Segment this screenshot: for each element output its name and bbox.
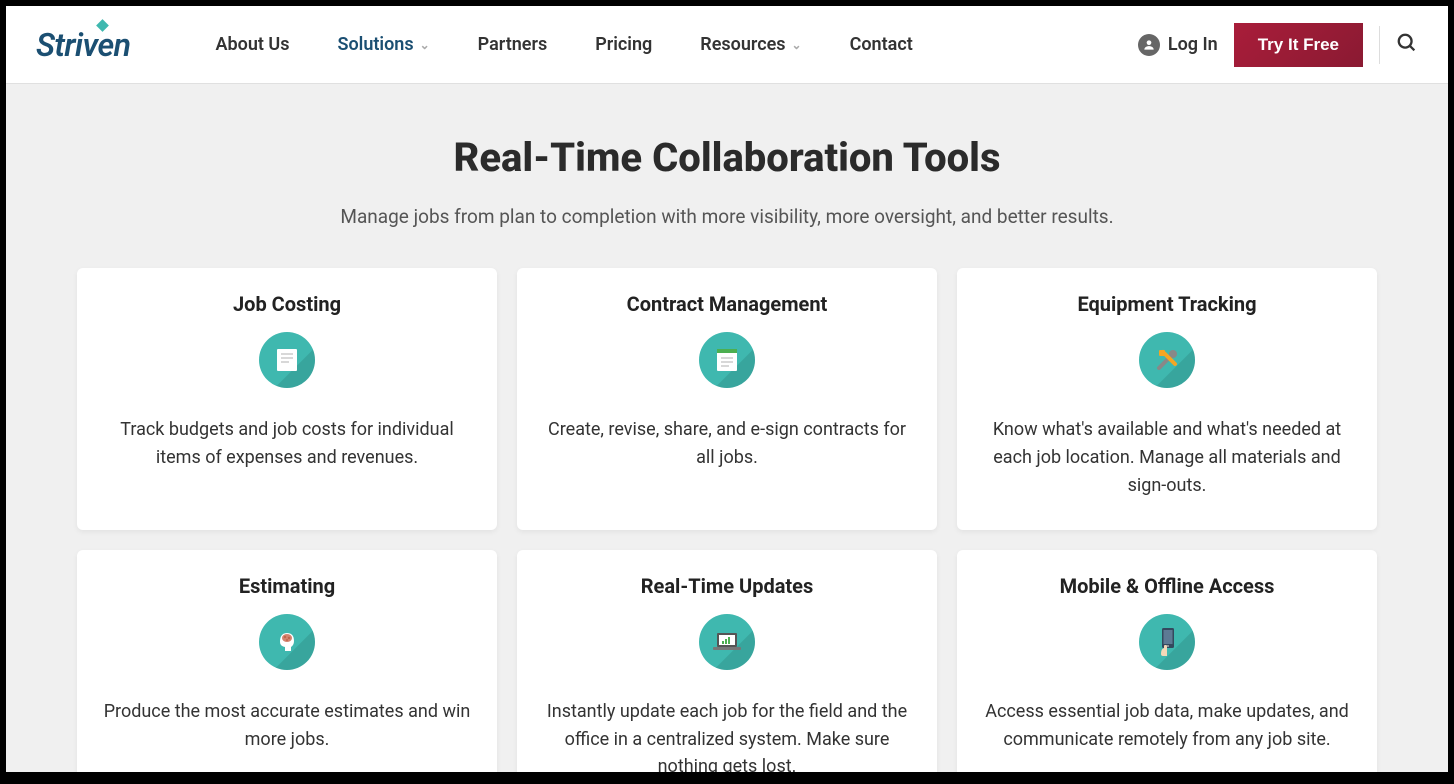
logo[interactable]: Striven — [36, 26, 131, 64]
divider — [1379, 26, 1380, 64]
main-nav: About Us Solutions ⌄ Partners Pricing Re… — [216, 34, 913, 55]
card-title: Mobile & Offline Access — [977, 574, 1357, 598]
nav-label: Resources — [700, 34, 785, 55]
feature-card-job-costing: Job Costing Track budgets and job costs … — [77, 268, 497, 530]
nav-label: About Us — [216, 34, 290, 55]
laptop-chart-icon — [699, 614, 755, 670]
tools-icon — [1139, 332, 1195, 388]
card-description: Track budgets and job costs for individu… — [97, 416, 477, 472]
login-label: Log In — [1168, 34, 1218, 55]
card-description: Know what's available and what's needed … — [977, 416, 1357, 500]
card-title: Contract Management — [537, 292, 917, 316]
document-icon — [259, 332, 315, 388]
card-description: Instantly update each job for the field … — [537, 698, 917, 772]
feature-card-mobile-offline: Mobile & Offline Access Access essential… — [957, 550, 1377, 772]
main-content: Real-Time Collaboration Tools Manage job… — [6, 84, 1448, 772]
feature-card-equipment-tracking: Equipment Tracking Know what's available… — [957, 268, 1377, 530]
login-button[interactable]: Log In — [1138, 34, 1218, 56]
logo-text: Striven — [36, 26, 131, 64]
nav-label: Contact — [850, 34, 913, 55]
page-subtitle: Manage jobs from plan to completion with… — [6, 205, 1448, 228]
nav-label: Partners — [478, 34, 548, 55]
page-title: Real-Time Collaboration Tools — [6, 134, 1448, 181]
card-title: Job Costing — [97, 292, 477, 316]
try-free-button[interactable]: Try It Free — [1234, 23, 1363, 67]
contract-icon — [699, 332, 755, 388]
card-description: Create, revise, share, and e-sign contra… — [537, 416, 917, 472]
nav-resources[interactable]: Resources ⌄ — [700, 34, 801, 55]
nav-solutions[interactable]: Solutions ⌄ — [337, 34, 429, 55]
card-title: Real-Time Updates — [537, 574, 917, 598]
nav-contact[interactable]: Contact — [850, 34, 913, 55]
card-description: Produce the most accurate estimates and … — [97, 698, 477, 754]
cta-label: Try It Free — [1258, 35, 1339, 54]
feature-card-realtime-updates: Real-Time Updates Instantly update each … — [517, 550, 937, 772]
chevron-down-icon: ⌄ — [792, 38, 802, 52]
header: Striven About Us Solutions ⌄ Partners Pr… — [6, 6, 1448, 84]
card-description: Access essential job data, make updates,… — [977, 698, 1357, 754]
feature-card-contract-management: Contract Management Create, revise, shar… — [517, 268, 937, 530]
nav-partners[interactable]: Partners — [478, 34, 548, 55]
card-title: Equipment Tracking — [977, 292, 1357, 316]
search-button[interactable] — [1396, 32, 1418, 58]
nav-about[interactable]: About Us — [216, 34, 290, 55]
chevron-down-icon: ⌄ — [420, 38, 430, 52]
search-icon — [1396, 32, 1418, 54]
nav-label: Solutions — [337, 34, 413, 55]
card-title: Estimating — [97, 574, 477, 598]
feature-card-estimating: Estimating Produce the most accurate est… — [77, 550, 497, 772]
mobile-icon — [1139, 614, 1195, 670]
feature-grid: Job Costing Track budgets and job costs … — [6, 268, 1448, 772]
user-icon — [1138, 34, 1160, 56]
header-actions: Log In Try It Free — [1138, 23, 1418, 67]
brain-icon — [259, 614, 315, 670]
nav-label: Pricing — [595, 34, 652, 55]
nav-pricing[interactable]: Pricing — [595, 34, 652, 55]
